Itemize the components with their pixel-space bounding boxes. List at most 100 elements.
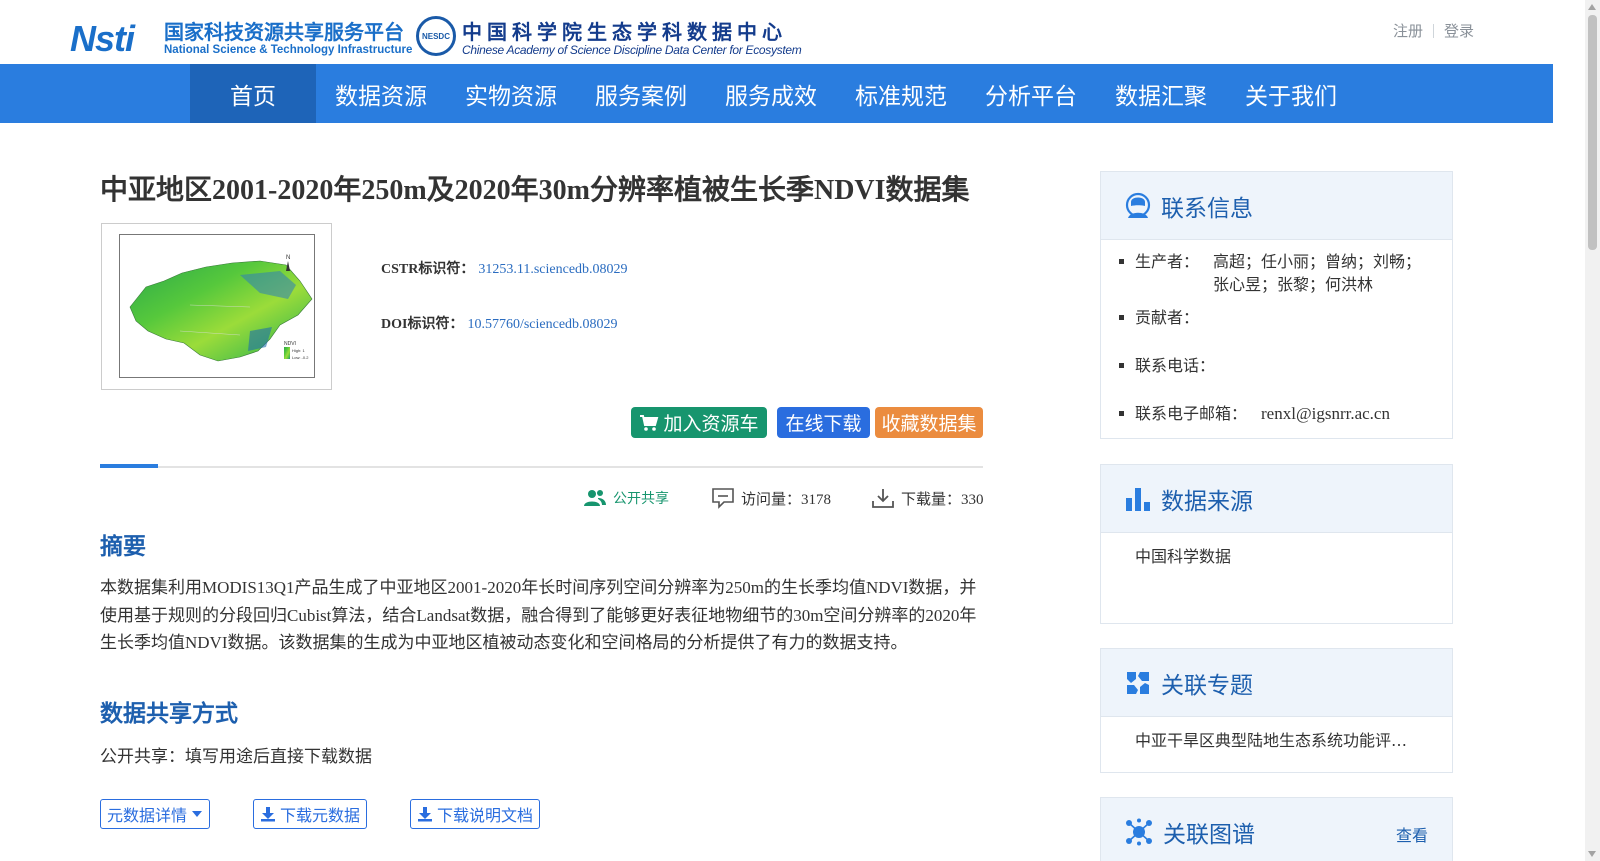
cstr-row: CSTR标识符： 31253.11.sciencedb.08029 <box>381 258 628 278</box>
main-nav-bar: 首页 数据资源 实物资源 服务案例 服务成效 标准规范 分析平台 数据汇聚 关于… <box>0 64 1553 123</box>
email-label: 联系电子邮箱： <box>1135 404 1248 423</box>
abstract-heading: 摘要 <box>100 534 146 560</box>
scroll-up-arrow-icon[interactable] <box>1588 4 1596 10</box>
download-count-label: 下载量：330 <box>901 491 984 508</box>
download-tray-icon <box>418 807 432 822</box>
contact-person-icon <box>1125 192 1151 218</box>
nesdc-logo[interactable]: NESDC 中国科学院生态学科数据中心 Chinese Academy of S… <box>416 14 816 60</box>
favorite-dataset-button[interactable]: 收藏数据集 <box>875 407 983 438</box>
related-topic-panel-title: 关联专题 <box>1161 672 1253 699</box>
main-nav: 首页 数据资源 实物资源 服务案例 服务成效 标准规范 分析平台 数据汇聚 关于… <box>190 64 1356 123</box>
phone-label: 联系电话： <box>1135 356 1216 375</box>
related-topic-link[interactable]: 中亚干旱区典型陆地生态系统功能评… <box>1135 731 1407 750</box>
nav-item-analysis-platform[interactable]: 分析平台 <box>966 64 1096 123</box>
doi-row: DOI标识符： 10.57760/sciencedb.08029 <box>381 313 618 333</box>
register-link[interactable]: 注册 <box>1393 20 1423 41</box>
visit-count: 访问量：3178 <box>711 486 831 510</box>
data-source-panel-title: 数据来源 <box>1161 488 1253 515</box>
knowledge-graph-panel-header: 关联图谱 查看 <box>1101 798 1452 861</box>
active-tab-indicator[interactable] <box>100 464 158 468</box>
nesdc-logo-chinese: 中国科学院生态学科数据中心 <box>462 20 787 44</box>
nav-item-data-aggregation[interactable]: 数据汇聚 <box>1096 64 1226 123</box>
related-topic-panel: 关联专题 中亚干旱区典型陆地生态系统功能评… <box>1100 648 1453 773</box>
nav-item-data-resources[interactable]: 数据资源 <box>316 64 446 123</box>
topic-puzzle-icon <box>1127 671 1149 694</box>
nesdc-emblem-text: NESDC <box>421 31 450 41</box>
contact-panel-title: 联系信息 <box>1161 195 1253 222</box>
comment-icon <box>712 488 734 509</box>
download-metadata-button[interactable]: 下载元数据 <box>253 799 368 829</box>
abstract-text: 本数据集利用MODIS13Q1产品生成了中亚地区2001-2020年长时间序列空… <box>100 578 977 652</box>
share-status-label: 公开共享 <box>613 491 669 507</box>
sharing-heading: 数据共享方式 <box>100 701 238 727</box>
email-row: 联系电子邮箱： renxl@igsnrr.ac.cn <box>1119 402 1428 425</box>
view-graph-link[interactable]: 查看 <box>1396 822 1428 846</box>
related-topic-panel-body: 中亚干旱区典型陆地生态系统功能评… <box>1101 717 1452 763</box>
legend-color-bar <box>284 347 290 359</box>
knowledge-graph-panel-title: 关联图谱 <box>1163 821 1255 848</box>
add-to-cart-label: 加入资源车 <box>663 413 759 435</box>
legend-high: High: 1 <box>292 348 305 353</box>
download-tray-icon <box>261 807 275 822</box>
cstr-label: CSTR标识符： <box>381 262 475 277</box>
metadata-details-label: 元数据详情 <box>107 806 188 825</box>
top-header: Nsti 国家科技资源共享服务平台 National Science & Tec… <box>0 0 1568 64</box>
email-value[interactable]: renxl@igsnrr.ac.cn <box>1261 402 1390 425</box>
doi-link[interactable]: 10.57760/sciencedb.08029 <box>467 317 617 332</box>
related-topic-panel-header: 关联专题 <box>1101 649 1452 717</box>
nav-item-home[interactable]: 首页 <box>190 64 316 123</box>
producer-value: 高超；任小丽；曾纳；刘畅；张心昱；张黎；何洪林 <box>1213 252 1422 294</box>
contact-panel-body: 生产者： 高超；任小丽；曾纳；刘畅；张心昱；张黎；何洪林 贡献者： 联系电话： … <box>1101 240 1452 447</box>
visit-count-label: 访问量：3178 <box>741 491 832 508</box>
cstr-link[interactable]: 31253.11.sciencedb.08029 <box>478 262 627 277</box>
nav-item-service-results[interactable]: 服务成效 <box>706 64 836 123</box>
nsti-logo-chinese: 国家科技资源共享服务平台 <box>164 20 404 44</box>
online-download-button[interactable]: 在线下载 <box>777 407 870 438</box>
share-status: 公开共享 <box>583 486 669 510</box>
legend-title: NDVI <box>284 341 296 347</box>
producer-label: 生产者： <box>1135 252 1200 271</box>
ndvi-map-image: N NDVI High: 1 Low: -0.2 <box>119 234 315 378</box>
contributor-row: 贡献者： <box>1119 306 1428 329</box>
nav-item-about-us[interactable]: 关于我们 <box>1226 64 1356 123</box>
download-icon <box>872 489 894 508</box>
login-link[interactable]: 登录 <box>1444 20 1474 41</box>
north-arrow-label: N <box>286 255 290 261</box>
nsti-logo[interactable]: Nsti 国家科技资源共享服务平台 National Science & Tec… <box>70 14 413 60</box>
bar-chart-icon <box>1126 487 1150 511</box>
scroll-down-arrow-icon[interactable] <box>1588 851 1596 857</box>
data-source-panel: 数据来源 中国科学数据 <box>1100 464 1453 624</box>
content-tab-line <box>100 464 983 468</box>
contributor-label: 贡献者： <box>1135 308 1200 327</box>
add-to-cart-button[interactable]: 加入资源车 <box>631 407 767 438</box>
contact-panel-header: 联系信息 <box>1101 172 1452 240</box>
data-source-value: 中国科学数据 <box>1135 547 1232 566</box>
data-source-panel-header: 数据来源 <box>1101 465 1452 533</box>
doi-label: DOI标识符： <box>381 317 464 332</box>
metadata-details-button[interactable]: 元数据详情 <box>100 799 211 829</box>
nsti-logo-english: National Science & Technology Infrastruc… <box>164 44 413 56</box>
nesdc-emblem-icon: NESDC <box>416 16 456 56</box>
dataset-thumbnail[interactable]: N NDVI High: 1 Low: -0.2 <box>101 223 332 390</box>
knowledge-graph-icon <box>1126 818 1152 845</box>
nav-item-service-cases[interactable]: 服务案例 <box>576 64 706 123</box>
auth-links: 注册 登录 <box>1393 20 1474 41</box>
page-scrollbar[interactable] <box>1585 0 1600 861</box>
scrollbar-thumb[interactable] <box>1588 15 1597 250</box>
legend-low: Low: -0.2 <box>292 355 309 360</box>
nav-item-physical-resources[interactable]: 实物资源 <box>446 64 576 123</box>
nsti-logo-mark: Nsti <box>70 18 135 59</box>
download-doc-button[interactable]: 下载说明文档 <box>410 799 541 829</box>
nesdc-logo-english: Chinese Academy of Science Discipline Da… <box>462 43 802 57</box>
ndvi-map-graphic: N NDVI High: 1 Low: -0.2 <box>129 255 313 362</box>
cart-icon <box>640 414 659 431</box>
knowledge-graph-panel: 关联图谱 查看 <box>1100 797 1453 861</box>
contact-panel: 联系信息 生产者： 高超；任小丽；曾纳；刘畅；张心昱；张黎；何洪林 贡献者： 联… <box>1100 171 1453 439</box>
auth-divider <box>1432 23 1434 38</box>
nav-item-standards[interactable]: 标准规范 <box>836 64 966 123</box>
download-metadata-label: 下载元数据 <box>280 806 361 825</box>
caret-down-icon <box>192 811 203 817</box>
producer-row: 生产者： 高超；任小丽；曾纳；刘畅；张心昱；张黎；何洪林 <box>1119 250 1428 296</box>
data-source-panel-body: 中国科学数据 <box>1101 533 1452 579</box>
users-icon <box>584 490 606 506</box>
